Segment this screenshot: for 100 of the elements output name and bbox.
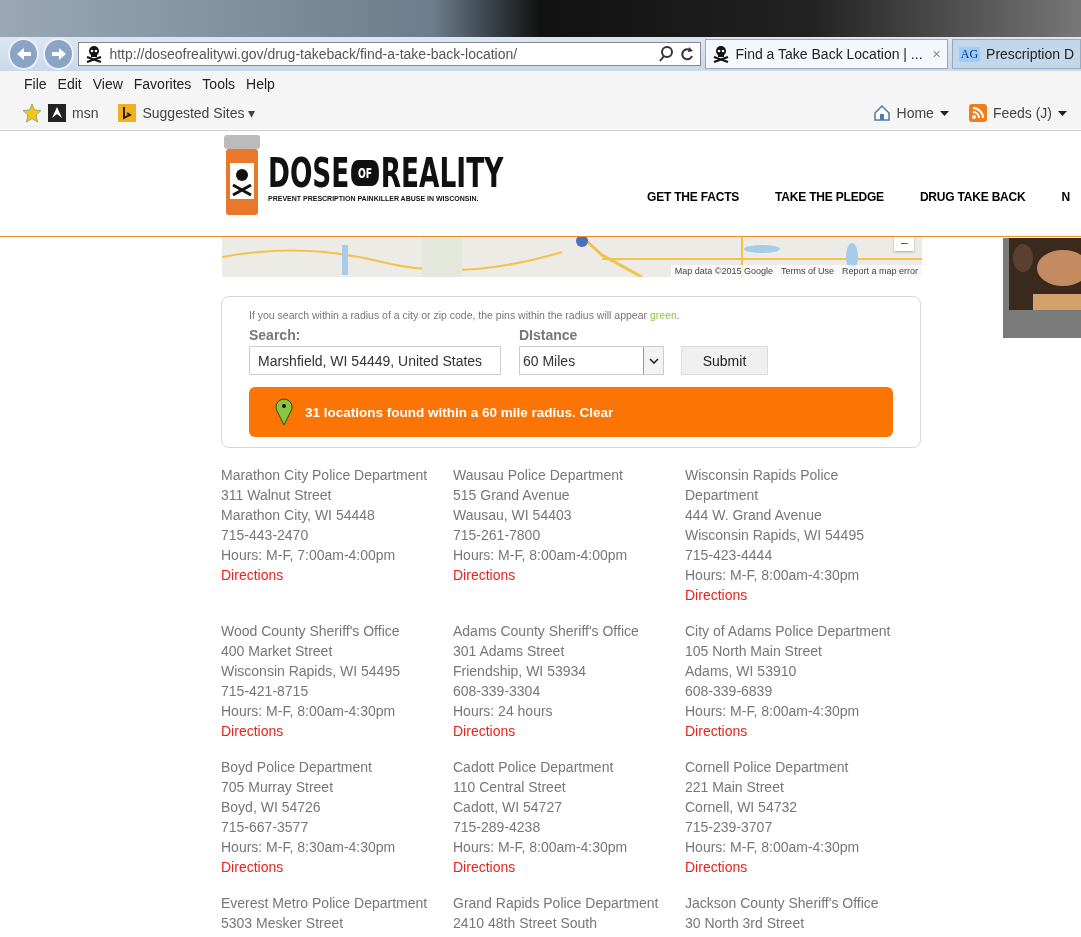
menu-item[interactable]: Help bbox=[246, 76, 275, 92]
location-detail: 30 North 3rd Street bbox=[685, 914, 806, 933]
location-detail: 715-289-4238 bbox=[453, 818, 542, 837]
address-bar[interactable]: http://doseofrealitywi.gov/drug-takeback/find-a-take-back-location/ bbox=[78, 42, 701, 66]
menu-item[interactable]: Edit bbox=[57, 76, 82, 92]
location-detail: Cornell, WI 54732 bbox=[685, 798, 799, 817]
location-detail: Hours: M-F, 8:00am-4:30pm bbox=[221, 702, 397, 721]
map-attribution: Map data ©2015 Google bbox=[674, 266, 773, 276]
location-detail: Wisconsin Rapids, WI 54495 bbox=[685, 526, 865, 545]
location-detail: 311 Walnut Street bbox=[221, 486, 333, 505]
location-detail: 110 Central Street bbox=[453, 778, 567, 797]
map-link[interactable]: Terms of Use bbox=[780, 266, 834, 276]
location-detail: 715-261-7800 bbox=[453, 526, 542, 545]
distance-label: DIstance bbox=[519, 327, 579, 343]
location-name: Adams County Sheriff's Office bbox=[453, 622, 640, 641]
location-detail: Marathon City, WI 54448 bbox=[221, 506, 376, 525]
search-note: If you search within a radius of a city or zip code, the pins within the radius will appear green. bbox=[249, 309, 681, 321]
location-detail: 301 Adams Street bbox=[453, 642, 566, 661]
menu-item[interactable]: View bbox=[92, 76, 123, 92]
favorite-link[interactable]: msn bbox=[72, 105, 99, 121]
favorite-link[interactable]: Suggested Sites ▾ bbox=[142, 105, 256, 121]
location-detail: Wausau, WI 54403 bbox=[453, 506, 573, 525]
map-link[interactable]: Report a map error bbox=[841, 266, 918, 276]
directions-link[interactable]: Directions bbox=[221, 857, 284, 877]
nav-link[interactable]: DRUG TAKE BACK bbox=[919, 190, 1026, 204]
browser-tab[interactable]: Find a Take Back Location | ... × bbox=[704, 39, 948, 69]
nav-link[interactable]: TAKE THE PLEDGE bbox=[775, 190, 884, 204]
location-detail: 715-239-3707 bbox=[685, 818, 774, 837]
logo-text: DOSE bbox=[268, 150, 350, 195]
nav-link[interactable]: N bbox=[1061, 190, 1070, 204]
location-name: Wausau Police Department bbox=[453, 466, 624, 485]
close-tab-button[interactable]: × bbox=[932, 46, 941, 62]
location-detail: 705 Murray Street bbox=[221, 778, 335, 797]
directions-link[interactable]: Directions bbox=[221, 565, 284, 585]
location-detail: 608-339-3304 bbox=[453, 682, 542, 701]
nav-link[interactable]: GET THE FACTS bbox=[647, 190, 740, 204]
location-name: Wood County Sheriff's Office bbox=[221, 622, 401, 641]
logo-text: REALITY bbox=[380, 150, 504, 195]
menu-item[interactable]: Tools bbox=[202, 76, 236, 92]
forward-button[interactable] bbox=[43, 38, 75, 70]
directions-link[interactable]: Directions bbox=[685, 585, 748, 605]
bing-icon bbox=[118, 104, 137, 122]
directions-link[interactable]: Directions bbox=[685, 857, 748, 877]
location-detail: Hours: M-F, 8:00am-4:00pm bbox=[453, 546, 629, 565]
location-detail: 715-423-4444 bbox=[685, 546, 774, 565]
directions-link[interactable]: Directions bbox=[453, 857, 516, 877]
pill-bottle-icon bbox=[222, 135, 262, 217]
location-detail: 2410 48th Street South bbox=[453, 914, 598, 933]
distance-dropdown[interactable]: 60 Miles bbox=[519, 346, 664, 375]
directions-link[interactable]: Directions bbox=[685, 721, 748, 741]
logo-badge: OF bbox=[351, 159, 379, 186]
location-detail: Wisconsin Rapids, WI 54495 bbox=[221, 662, 401, 681]
location-detail: Hours: M-F, 8:00am-4:30pm bbox=[685, 838, 861, 857]
caret-icon bbox=[939, 110, 949, 116]
location-detail: 400 Market Street bbox=[221, 642, 334, 661]
location-detail: 715-443-2470 bbox=[221, 526, 310, 545]
location-detail: Hours: M-F, 8:00am-4:30pm bbox=[453, 838, 629, 857]
skull-icon bbox=[85, 45, 104, 63]
location-detail: Hours: M-F, 8:00am-4:30pm bbox=[685, 566, 861, 585]
search-field[interactable]: Marshfield, WI 54449, United States bbox=[249, 346, 501, 375]
search-icon bbox=[657, 46, 674, 62]
submit-button[interactable]: Submit bbox=[681, 346, 768, 375]
chevron-down-icon bbox=[648, 357, 659, 364]
tab-icon: AG bbox=[958, 46, 981, 62]
location-name: City of Adams Police Department bbox=[685, 622, 892, 641]
menu-item[interactable]: Favorites bbox=[133, 76, 192, 92]
location-detail: Hours: M-F, 7:00am-4:00pm bbox=[221, 546, 397, 565]
rss-icon bbox=[968, 104, 987, 122]
location-name: Jackson County Sheriff's Office bbox=[685, 894, 880, 913]
location-name: Wisconsin Rapids Police Department bbox=[685, 466, 840, 505]
command-button[interactable]: Feeds (J) bbox=[992, 105, 1052, 121]
location-detail: 608-339-6839 bbox=[685, 682, 774, 701]
directions-link[interactable]: Directions bbox=[453, 565, 516, 585]
location-name: Boyd Police Department bbox=[221, 758, 373, 777]
result-message: 31 locations found within a 60 mile radius. Clear bbox=[305, 404, 614, 420]
location-detail: 515 Grand Avenue bbox=[453, 486, 571, 505]
forward-icon bbox=[50, 47, 67, 61]
location-detail: Adams, WI 53910 bbox=[685, 662, 798, 681]
location-detail: 715-667-3577 bbox=[221, 818, 310, 837]
browser-tab[interactable]: AG Prescription D bbox=[951, 39, 1081, 69]
location-name: Cadott Police Department bbox=[453, 758, 615, 777]
star-icon bbox=[22, 103, 42, 123]
location-detail: Boyd, WI 54726 bbox=[221, 798, 322, 817]
directions-link[interactable]: Directions bbox=[221, 721, 284, 741]
location-detail: Hours: M-F, 8:00am-4:30pm bbox=[685, 702, 861, 721]
location-detail: 715-421-8715 bbox=[221, 682, 310, 701]
location-detail: 5303 Mesker Street bbox=[221, 914, 345, 933]
home-icon bbox=[872, 104, 891, 122]
refresh-icon bbox=[679, 46, 694, 62]
zoom-out-button[interactable]: − bbox=[894, 237, 914, 251]
caret-icon bbox=[1058, 110, 1067, 116]
location-detail: Hours: 24 hours bbox=[453, 702, 554, 721]
back-button[interactable] bbox=[8, 38, 40, 70]
skull-icon bbox=[711, 45, 730, 63]
search-label: Search: bbox=[249, 327, 302, 343]
command-button[interactable]: Home bbox=[896, 105, 934, 121]
directions-link[interactable]: Directions bbox=[453, 721, 516, 741]
menu-item[interactable]: File bbox=[24, 76, 47, 92]
map-pin-icon bbox=[275, 398, 293, 426]
location-name: Everest Metro Police Department bbox=[221, 894, 429, 913]
